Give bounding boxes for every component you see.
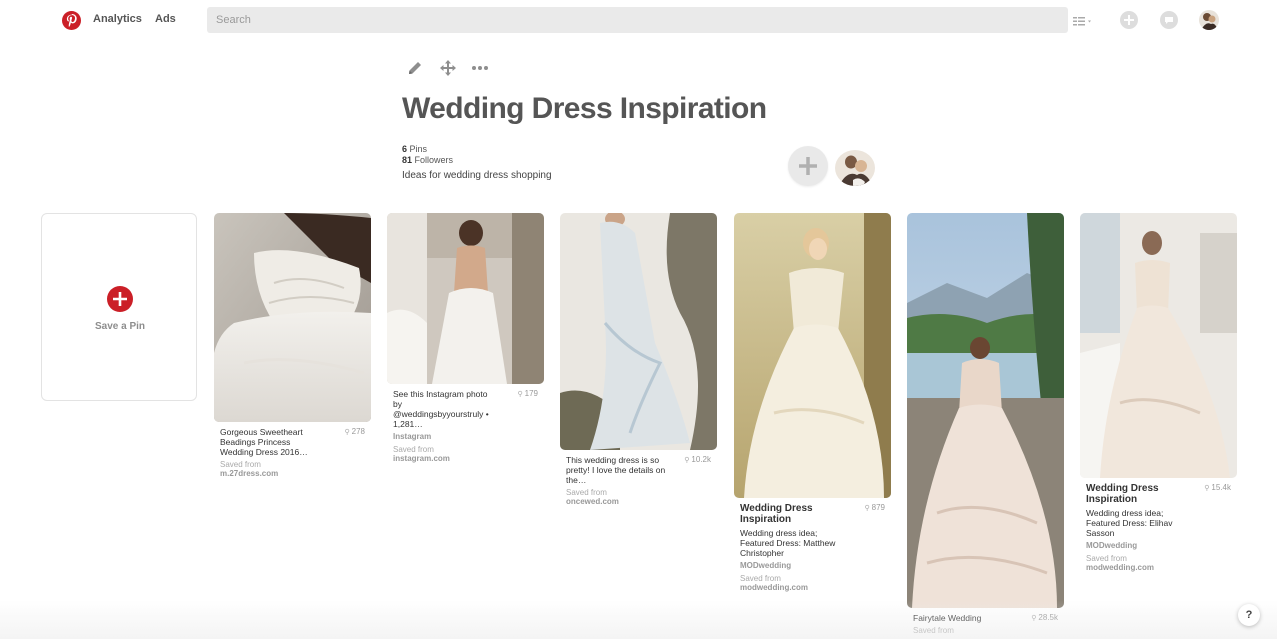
pin-card[interactable]: Gorgeous Sweetheart Beadings Princess We…	[214, 213, 371, 478]
repin-count: ⚲ 278	[345, 427, 366, 436]
top-bar: Analytics Ads	[0, 0, 1277, 40]
saved-from-label: Saved from	[740, 574, 781, 583]
search-input[interactable]	[216, 7, 1040, 33]
pin-description: Wedding dress idea; Featured Dress: Matt…	[740, 528, 836, 558]
pin-card[interactable]: Wedding Dress Inspiration Wedding dress …	[1080, 213, 1237, 572]
help-button[interactable]: ?	[1238, 604, 1260, 626]
pin-image[interactable]	[734, 213, 891, 498]
pin-description: Gorgeous Sweetheart Beadings Princess We…	[220, 427, 308, 457]
repin-count: ⚲ 179	[518, 389, 539, 398]
pin-icon: ⚲	[1031, 615, 1037, 622]
source-domain[interactable]: instagram.com	[393, 454, 538, 463]
board-title: Wedding Dress Inspiration	[402, 92, 767, 125]
repin-count: ⚲ 879	[865, 503, 886, 512]
save-pin-card[interactable]: Save a Pin	[41, 213, 197, 401]
saved-from-label: Saved from	[220, 460, 261, 469]
pins-count: 6	[402, 144, 408, 154]
repin-count: ⚲ 10.2k	[684, 455, 711, 464]
source-domain[interactable]: oncewed.com	[566, 497, 711, 506]
pin-icon: ⚲	[344, 429, 350, 436]
pin-icon: ⚲	[1204, 485, 1210, 492]
add-collaborator-button[interactable]	[788, 146, 828, 186]
pin-image[interactable]	[1080, 213, 1237, 478]
plus-icon	[799, 157, 817, 175]
saved-from-label: Saved from	[913, 626, 954, 635]
pin-image[interactable]	[560, 213, 717, 450]
collaborator-avatar[interactable]	[835, 150, 875, 186]
followers-count: 81	[402, 155, 413, 165]
profile-avatar[interactable]	[1199, 10, 1219, 30]
pin-card[interactable]: Wedding Dress Inspiration Wedding dress …	[734, 213, 891, 592]
pin-image[interactable]	[907, 213, 1064, 608]
pin-image[interactable]	[387, 213, 544, 384]
source-domain[interactable]: modwedding.com	[740, 583, 885, 592]
repin-count-value: 28.5k	[1038, 613, 1058, 622]
pin-icon: ⚲	[517, 391, 523, 398]
source-domain[interactable]: modwedding.com	[1086, 563, 1231, 572]
pin-source[interactable]: MODwedding	[1086, 541, 1231, 551]
pin-card[interactable]: See this Instagram photo by @weddingsbyy…	[387, 213, 544, 463]
saved-from-label: Saved from	[1086, 554, 1127, 563]
repin-count: ⚲ 15.4k	[1204, 483, 1231, 492]
pinterest-logo[interactable]	[62, 11, 81, 30]
move-icon[interactable]	[439, 59, 457, 82]
pin-title: Wedding Dress Inspiration	[740, 503, 813, 525]
pin-description: This wedding dress is so pretty! I love …	[566, 455, 666, 485]
pins-stat[interactable]: 6 Pins	[402, 144, 427, 154]
search-bar[interactable]	[207, 7, 1068, 33]
edit-icon[interactable]	[406, 59, 424, 82]
source-domain[interactable]: m.27dress.com	[220, 469, 365, 478]
repin-count: ⚲ 28.5k	[1031, 613, 1058, 622]
pins-label: Pins	[409, 144, 428, 154]
pin-icon: ⚲	[864, 505, 870, 512]
pin-card[interactable]: Fairytale Wedding ⚲ 28.5k Saved from	[907, 213, 1064, 635]
nav-analytics[interactable]: Analytics	[93, 13, 142, 25]
nav-ads[interactable]: Ads	[155, 13, 176, 25]
pin-title: Wedding Dress Inspiration	[1086, 483, 1159, 505]
add-pin-icon[interactable]	[107, 286, 133, 312]
repin-count-value: 278	[351, 427, 365, 436]
pin-description: See this Instagram photo by @weddingsbyy…	[393, 389, 489, 429]
repin-count-value: 15.4k	[1211, 483, 1231, 492]
save-pin-label: Save a Pin	[94, 321, 146, 332]
pin-description: Wedding dress idea; Featured Dress: Elih…	[1086, 508, 1173, 538]
list-view-icon[interactable]	[1073, 14, 1095, 32]
followers-label: Followers	[414, 155, 454, 165]
pin-source[interactable]: MODwedding	[740, 561, 885, 571]
repin-count-value: 879	[871, 503, 885, 512]
bottom-fade	[0, 600, 1277, 639]
add-icon[interactable]	[1120, 11, 1138, 29]
board-description: Ideas for wedding dress shopping	[402, 170, 552, 181]
pin-description: Fairytale Wedding	[913, 613, 982, 623]
pin-image[interactable]	[214, 213, 371, 422]
repin-count-value: 10.2k	[691, 455, 711, 464]
repin-count-value: 179	[524, 389, 538, 398]
saved-from-label: Saved from	[393, 445, 434, 454]
pin-source[interactable]: Instagram	[393, 432, 538, 442]
followers-stat[interactable]: 81 Followers	[402, 155, 453, 165]
pin-card[interactable]: This wedding dress is so pretty! I love …	[560, 213, 717, 506]
saved-from-label: Saved from	[566, 488, 607, 497]
pin-icon: ⚲	[684, 457, 690, 464]
more-icon[interactable]	[471, 61, 489, 80]
messages-icon[interactable]	[1160, 11, 1178, 29]
